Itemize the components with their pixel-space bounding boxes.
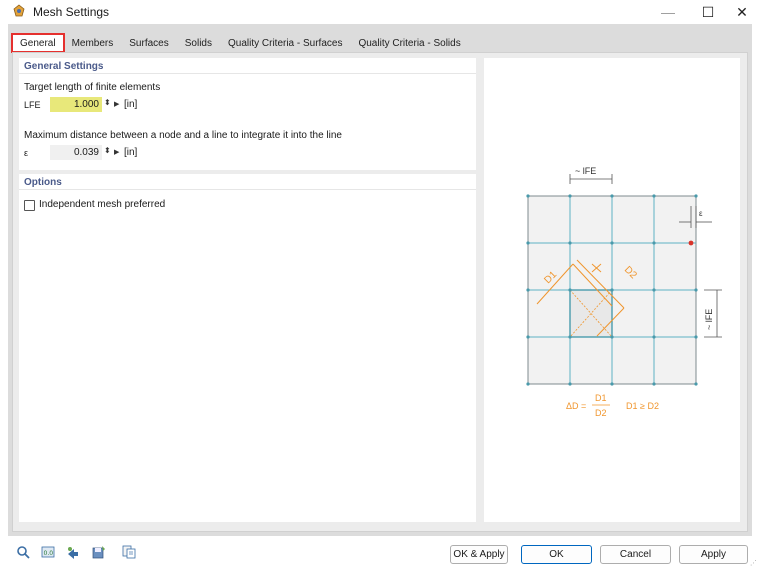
top-dimension-label: ~ lFE bbox=[575, 166, 596, 176]
close-button[interactable]: ✕ bbox=[722, 0, 760, 24]
search-icon[interactable] bbox=[16, 545, 30, 559]
epsilon-label: ε bbox=[699, 209, 703, 218]
tab-surfaces[interactable]: Surfaces bbox=[121, 34, 176, 52]
formula-lhs: ΔD = bbox=[566, 401, 586, 411]
max-distance-spinner-icon[interactable]: ⬍ bbox=[104, 146, 111, 155]
window-title: Mesh Settings bbox=[33, 5, 110, 19]
section-divider bbox=[19, 189, 476, 190]
ok-apply-button[interactable]: OK & Apply bbox=[450, 545, 508, 564]
epsilon-symbol: ε bbox=[24, 148, 29, 158]
copy-icon[interactable] bbox=[122, 545, 136, 559]
target-length-spinner-icon[interactable]: ⬍ bbox=[104, 98, 111, 107]
cancel-button[interactable]: Cancel bbox=[600, 545, 671, 564]
tab-quality-criteria-surfaces[interactable]: Quality Criteria - Surfaces bbox=[220, 34, 350, 52]
save-icon[interactable] bbox=[92, 545, 106, 559]
arrow-icon[interactable] bbox=[66, 545, 80, 559]
ok-button[interactable]: OK bbox=[521, 545, 592, 564]
formula-denominator: D2 bbox=[595, 408, 607, 418]
tab-members[interactable]: Members bbox=[64, 34, 122, 52]
minimize-button[interactable]: — bbox=[648, 0, 688, 24]
units-icon[interactable]: 0.0 bbox=[41, 545, 55, 559]
target-length-input[interactable]: 1.000 bbox=[50, 97, 102, 112]
independent-mesh-checkbox[interactable] bbox=[24, 200, 35, 211]
max-distance-label: Maximum distance between a node and a li… bbox=[24, 130, 342, 141]
tab-general[interactable]: General bbox=[11, 33, 65, 53]
section-divider bbox=[19, 73, 476, 74]
tab-solids[interactable]: Solids bbox=[177, 34, 220, 52]
options-section: Options bbox=[19, 174, 476, 522]
formula-condition: D1 ≥ D2 bbox=[626, 401, 659, 411]
resize-grip-icon[interactable]: ⋰ bbox=[750, 559, 757, 567]
independent-mesh-label: Independent mesh preferred bbox=[39, 199, 166, 210]
formula-numerator: D1 bbox=[595, 393, 607, 403]
lfe-symbol: LFE bbox=[24, 100, 41, 110]
side-dimension-label: ~ lFE bbox=[704, 309, 714, 330]
tab-strip: General Members Surfaces Solids Quality … bbox=[11, 33, 469, 53]
offset-node bbox=[688, 240, 694, 246]
svg-text:0.0: 0.0 bbox=[44, 550, 54, 557]
mesh-diagram: ~ lFE ~ lFE ε D1 D2 ΔD = D1 D2 D1 ≥ D2 bbox=[526, 166, 722, 418]
max-distance-unit: [in] bbox=[124, 147, 138, 158]
target-length-unit: [in] bbox=[124, 99, 138, 110]
target-length-label: Target length of finite elements bbox=[24, 82, 161, 93]
preview-panel: ~ lFE ~ lFE ε D1 D2 ΔD = D1 D2 D1 ≥ D2 bbox=[484, 58, 740, 522]
section-title-options: Options bbox=[24, 177, 62, 188]
section-title-general: General Settings bbox=[24, 61, 104, 72]
target-length-menu-icon[interactable]: ▶ bbox=[114, 100, 119, 108]
app-icon bbox=[13, 4, 25, 17]
max-distance-menu-icon[interactable]: ▶ bbox=[114, 148, 119, 156]
tab-quality-criteria-solids[interactable]: Quality Criteria - Solids bbox=[350, 34, 468, 52]
apply-button[interactable]: Apply bbox=[679, 545, 748, 564]
max-distance-input[interactable]: 0.039 bbox=[50, 145, 102, 160]
title-bar: Mesh Settings — ☐ ✕ bbox=[0, 0, 760, 24]
